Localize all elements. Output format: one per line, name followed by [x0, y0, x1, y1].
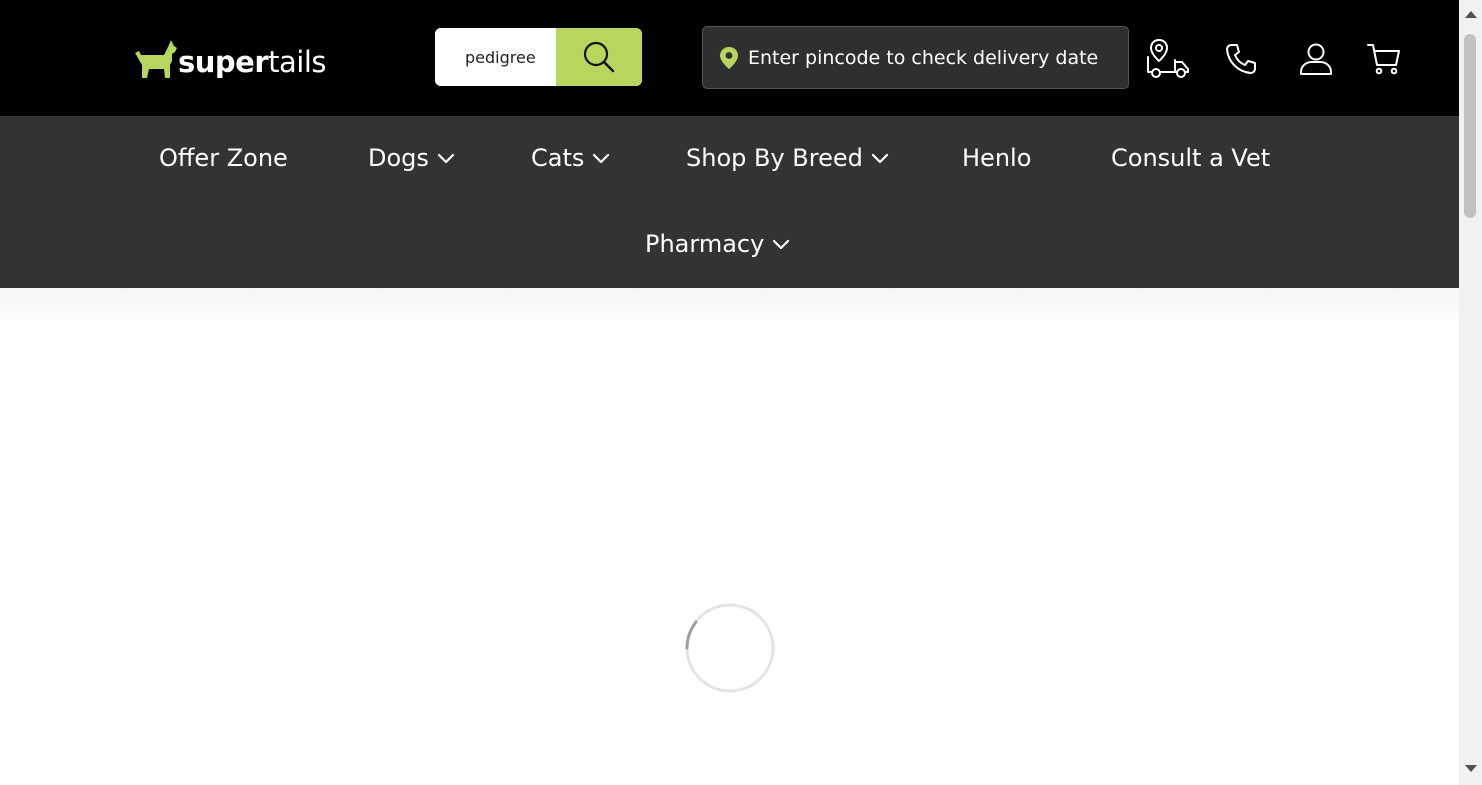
- search-icon: [583, 41, 615, 73]
- nav-item-offer-zone[interactable]: Offer Zone: [159, 138, 288, 178]
- cart-icon[interactable]: [1366, 42, 1402, 76]
- logo-text-super: super: [178, 45, 269, 79]
- page: supertails Enter pincode to check delive…: [0, 0, 1482, 785]
- content-top-band: [0, 288, 1459, 326]
- location-pin-icon: [720, 46, 738, 69]
- main-nav: Offer Zone Dogs Cats Shop By Breed Henlo…: [0, 116, 1459, 288]
- chevron-down-icon: [772, 238, 790, 250]
- dog-logo-icon: [135, 40, 177, 78]
- nav-item-label: Cats: [531, 144, 585, 172]
- top-header: supertails Enter pincode to check delive…: [0, 0, 1459, 116]
- nav-item-henlo[interactable]: Henlo: [962, 138, 1031, 178]
- search-bar: [435, 28, 642, 86]
- nav-item-shop-by-breed[interactable]: Shop By Breed: [686, 138, 889, 178]
- phone-icon[interactable]: [1224, 42, 1258, 76]
- scroll-down-arrow-icon[interactable]: [1459, 759, 1482, 779]
- nav-item-consult-a-vet[interactable]: Consult a Vet: [1111, 138, 1270, 178]
- nav-item-pharmacy[interactable]: Pharmacy: [645, 224, 790, 264]
- search-input[interactable]: [435, 28, 556, 86]
- scroll-thumb[interactable]: [1464, 34, 1476, 218]
- main-content: [0, 288, 1459, 785]
- nav-item-label: Offer Zone: [159, 144, 288, 172]
- chevron-down-icon: [871, 152, 889, 164]
- nav-item-label: Shop By Breed: [686, 144, 863, 172]
- nav-item-label: Dogs: [368, 144, 429, 172]
- pincode-delivery-check[interactable]: Enter pincode to check delivery date: [702, 26, 1129, 89]
- vertical-scrollbar[interactable]: [1459, 0, 1482, 785]
- supertails-logo[interactable]: supertails: [134, 33, 327, 79]
- logo-text-tails: tails: [268, 45, 327, 79]
- pincode-prompt: Enter pincode to check delivery date: [748, 46, 1099, 69]
- user-icon[interactable]: [1298, 42, 1334, 76]
- nav-item-label: Pharmacy: [645, 230, 765, 258]
- delivery-truck-icon[interactable]: [1145, 38, 1191, 80]
- nav-item-label: Henlo: [962, 144, 1032, 172]
- nav-item-cats[interactable]: Cats: [531, 138, 610, 178]
- nav-item-label: Consult a Vet: [1111, 144, 1271, 172]
- loading-spinner-icon: [685, 603, 775, 693]
- nav-item-dogs[interactable]: Dogs: [368, 138, 455, 178]
- chevron-down-icon: [592, 152, 610, 164]
- chevron-down-icon: [437, 152, 455, 164]
- scroll-up-arrow-icon[interactable]: [1459, 4, 1482, 24]
- search-button[interactable]: [556, 28, 642, 86]
